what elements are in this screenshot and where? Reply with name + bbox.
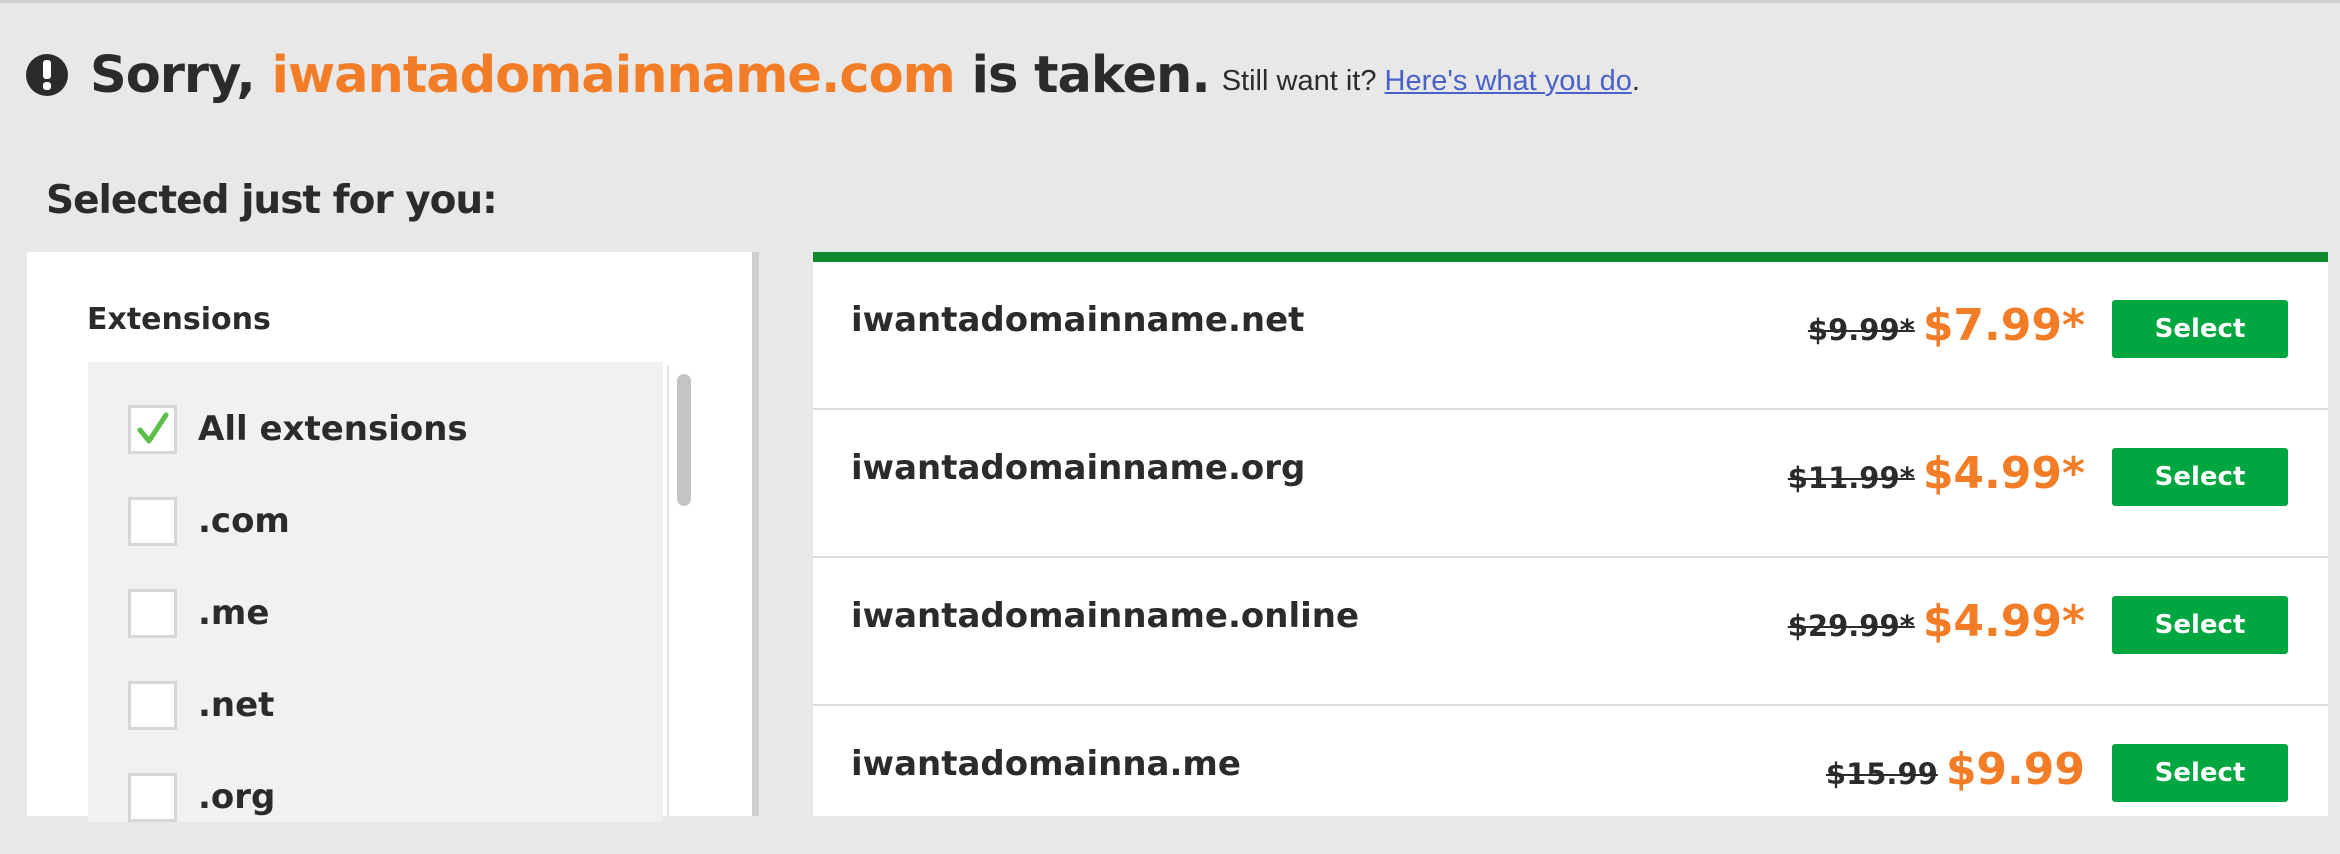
extension-label: .me bbox=[198, 593, 270, 633]
old-price: $11.99* bbox=[1787, 461, 1915, 495]
result-domain-name: iwantadomainname.org bbox=[851, 448, 1306, 488]
extension-checkbox-net[interactable] bbox=[128, 680, 177, 730]
extension-item-net[interactable]: .net bbox=[88, 678, 274, 732]
result-row-me: iwantadomainna.me $15.99 $9.99 Select bbox=[813, 706, 2328, 854]
select-button-online[interactable]: Select bbox=[2112, 596, 2288, 654]
taken-message: Sorry, iwantadomainname.com is taken. St… bbox=[26, 42, 1640, 108]
extension-checkbox-com[interactable] bbox=[128, 496, 177, 546]
taken-domain: iwantadomainname.com bbox=[271, 45, 956, 105]
extension-label: All extensions bbox=[198, 409, 468, 449]
checkmark-icon bbox=[137, 412, 168, 444]
sale-price: $4.99* bbox=[1922, 448, 2085, 499]
still-trailing: . bbox=[1631, 64, 1640, 97]
select-button-org[interactable]: Select bbox=[2112, 448, 2288, 506]
taken-headline: Sorry, iwantadomainname.com is taken. bbox=[90, 45, 1211, 105]
extension-checkbox-all[interactable] bbox=[128, 404, 177, 454]
sale-price: $9.99 bbox=[1945, 744, 2085, 795]
extension-item-all[interactable]: All extensions bbox=[88, 402, 468, 456]
old-price: $15.99 bbox=[1825, 757, 1938, 791]
price: $15.99 $9.99 bbox=[1826, 744, 2085, 795]
still-text: Still want it? bbox=[1221, 64, 1385, 97]
extension-checkbox-me[interactable] bbox=[128, 588, 177, 638]
extension-item-com[interactable]: .com bbox=[88, 494, 290, 548]
taken-prefix: Sorry, bbox=[90, 45, 272, 105]
still-want-it: Still want it? Here's what you do. bbox=[1222, 65, 1640, 98]
panel-divider bbox=[752, 252, 759, 816]
result-row-net: iwantadomainname.net $9.99* $7.99* Selec… bbox=[813, 262, 2328, 410]
select-button-me[interactable]: Select bbox=[2112, 744, 2288, 802]
taken-suffix: is taken. bbox=[954, 45, 1211, 105]
result-domain-name: iwantadomainna.me bbox=[851, 744, 1241, 784]
scroll-thumb[interactable] bbox=[677, 374, 691, 506]
price: $29.99* $4.99* bbox=[1788, 596, 2085, 647]
select-button-net[interactable]: Select bbox=[2112, 300, 2288, 358]
old-price: $9.99* bbox=[1807, 313, 1915, 347]
extension-item-me[interactable]: .me bbox=[88, 586, 269, 640]
sale-price: $7.99* bbox=[1922, 300, 2085, 351]
results-list: iwantadomainname.net $9.99* $7.99* Selec… bbox=[813, 252, 2328, 816]
result-row-online: iwantadomainname.online $29.99* $4.99* S… bbox=[813, 558, 2328, 706]
sale-price: $4.99* bbox=[1922, 596, 2085, 647]
extensions-scrollbar[interactable] bbox=[667, 366, 699, 816]
filter-panel: Extensions All extensions .com .me .net … bbox=[27, 252, 759, 822]
exclamation-circle-icon bbox=[26, 54, 68, 96]
price: $11.99* $4.99* bbox=[1788, 448, 2085, 499]
price: $9.99* $7.99* bbox=[1808, 300, 2085, 351]
extension-label: .org bbox=[198, 777, 276, 817]
extension-label: .com bbox=[198, 501, 290, 541]
section-title: Selected just for you: bbox=[46, 178, 498, 223]
old-price: $29.99* bbox=[1787, 609, 1915, 643]
result-domain-name: iwantadomainname.net bbox=[851, 300, 1305, 340]
result-row-org: iwantadomainname.org $11.99* $4.99* Sele… bbox=[813, 410, 2328, 558]
extension-label: .net bbox=[198, 685, 275, 725]
heres-what-you-do-link[interactable]: Here's what you do bbox=[1385, 65, 1632, 97]
result-domain-name: iwantadomainname.online bbox=[851, 596, 1360, 636]
extensions-title: Extensions bbox=[87, 302, 271, 337]
extension-item-org[interactable]: .org bbox=[88, 770, 275, 822]
extension-checkbox-org[interactable] bbox=[128, 772, 177, 822]
top-border bbox=[0, 0, 2340, 3]
extensions-list: All extensions .com .me .net .org bbox=[88, 362, 663, 822]
